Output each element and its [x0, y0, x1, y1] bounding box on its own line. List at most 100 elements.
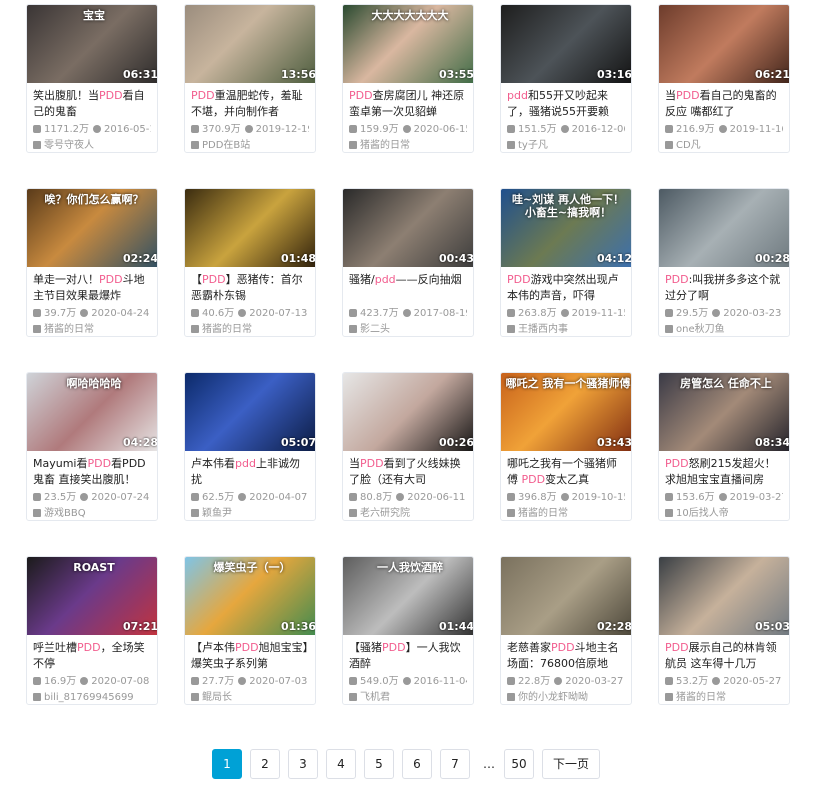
video-author[interactable]: 王播西内事 — [507, 323, 625, 336]
video-author[interactable]: 飞机君 — [349, 691, 467, 704]
video-thumbnail[interactable]: 啊哈哈哈哈 04:28 — [27, 373, 157, 451]
video-thumbnail[interactable]: 哇~刘谋 再人他一下！ 小畜生~搞我啊！ 04:12 — [501, 189, 631, 267]
video-author[interactable]: 猪酱的日常 — [665, 691, 783, 704]
video-thumbnail[interactable]: 06:21 — [659, 5, 789, 83]
video-thumbnail[interactable]: 唉？你们怎么赢啊？ 02:24 — [27, 189, 157, 267]
video-title[interactable]: 老慈善家PDD斗地主名场面：76800倍原地 — [507, 640, 625, 672]
video-card[interactable]: 00:26 当PDD看到了火线妹换了脸（还有大司 80.8万 2020-06-11 老六… — [342, 372, 474, 521]
video-thumbnail[interactable]: 宝宝 06:31 — [27, 5, 158, 83]
video-author[interactable]: 猪酱的日常 — [507, 507, 625, 520]
video-card[interactable]: ROAST 07:21 呼兰吐槽PDD，全场笑不停 16.9万 2020-07-08 bi… — [26, 556, 158, 705]
upload-date: 2016-05-11 — [104, 124, 151, 135]
view-count: 370.9万 — [202, 124, 241, 135]
video-thumbnail[interactable]: 爆笑虫子（一） 01:36 — [185, 557, 315, 635]
video-thumbnail[interactable]: 00:43 — [343, 189, 473, 267]
video-thumbnail[interactable]: 02:28 — [501, 557, 631, 635]
video-author[interactable]: 鲲局长 — [191, 691, 309, 704]
video-thumbnail[interactable]: 哪吒之 我有一个骚猪师傅 03:43 — [501, 373, 631, 451]
video-title[interactable]: PDD:叫我拼多多这个就过分了啊 — [665, 272, 783, 304]
video-author[interactable]: 猪酱的日常 — [191, 323, 309, 336]
video-author[interactable]: one秋刀鱼 — [665, 323, 783, 336]
video-card[interactable]: 哇~刘谋 再人他一下！ 小畜生~搞我啊！ 04:12 PDD游戏中突然出现卢本伟的声… — [500, 188, 632, 337]
video-card[interactable]: 00:43 骚猪/pdd——反向抽烟 423.7万 2017-08-19 影二头 — [342, 188, 474, 337]
video-title[interactable]: Mayumi看PDD看PDD鬼畜 直接笑出腹肌！ — [33, 456, 151, 488]
video-card[interactable]: 02:28 老慈善家PDD斗地主名场面：76800倍原地 22.8万 2020-03-… — [500, 556, 632, 705]
video-card[interactable]: 房管怎么 任命不上 08:34 PDD怒刷215发超火！求旭旭宝宝直播间房 153.6… — [658, 372, 790, 521]
video-thumbnail[interactable]: 13:56 — [185, 5, 315, 83]
view-count: 151.5万 — [518, 124, 557, 135]
video-title[interactable]: PDD游戏中突然出现卢本伟的声音，吓得 — [507, 272, 625, 304]
uploader-icon — [665, 509, 673, 517]
video-card[interactable]: 啊哈哈哈哈 04:28 Mayumi看PDD看PDD鬼畜 直接笑出腹肌！ 23.5万 2… — [26, 372, 158, 521]
video-duration: 06:31 — [122, 68, 158, 81]
page-last-button[interactable]: 50 — [504, 749, 534, 779]
clock-icon — [712, 309, 721, 317]
video-card[interactable]: 唉？你们怎么赢啊？ 02:24 单走一对八！PDD斗地主节目效果最爆炸 39.7万 20… — [26, 188, 158, 337]
video-thumbnail[interactable]: 01:48 — [185, 189, 315, 267]
video-card[interactable]: 00:28 PDD:叫我拼多多这个就过分了啊 29.5万 2020-03-23 one秋… — [658, 188, 790, 337]
video-author[interactable]: PDD在B站 — [191, 139, 309, 152]
video-author[interactable]: 游戏BBQ — [33, 507, 151, 520]
video-title[interactable]: 【骚猪PDD】一人我饮酒醉 — [349, 640, 467, 672]
video-title[interactable]: PDD怒刷215发超火！求旭旭宝宝直播间房 — [665, 456, 783, 488]
clock-icon — [402, 309, 411, 317]
video-title[interactable]: 骚猪/pdd——反向抽烟 — [349, 272, 467, 304]
video-title[interactable]: 【卢本伟PDD旭旭宝宝】爆笑虫子系列第 — [191, 640, 309, 672]
video-title[interactable]: 哪吒之我有一个骚猪师傅 PDD变太乙真 — [507, 456, 625, 488]
video-card[interactable]: 05:07 卢本伟看pdd上非诚勿扰 62.5万 2020-04-07 颖鱼尹 — [184, 372, 316, 521]
video-card[interactable]: 06:21 当PDD看自己的鬼畜的反应 嘴都红了 216.9万 2019-11-16 C… — [658, 4, 790, 153]
video-card[interactable]: 03:16 pdd和55开又吵起来了，骚猪说55开要赖 151.5万 2016-12-… — [500, 4, 632, 153]
page-2-button[interactable]: 2 — [250, 749, 280, 779]
video-card[interactable]: 一人我饮酒醉 01:44 【骚猪PDD】一人我饮酒醉 549.0万 2016-11-04… — [342, 556, 474, 705]
video-card[interactable]: 大大大大大大大 03:55 PDD查房腐团儿 神还原蛮卓第一次见貂蝉 159.9万 20… — [342, 4, 474, 153]
video-author[interactable]: CD凡 — [665, 139, 783, 152]
video-title[interactable]: 笑出腹肌！当PDD看自己的鬼畜 — [33, 88, 151, 120]
video-title[interactable]: 卢本伟看pdd上非诚勿扰 — [191, 456, 309, 488]
video-author[interactable]: ty子凡 — [507, 139, 625, 152]
video-author[interactable]: 老六研究院 — [349, 507, 467, 520]
video-author[interactable]: bili_81769945699 — [33, 691, 151, 704]
video-title[interactable]: PDD查房腐团儿 神还原蛮卓第一次见貂蝉 — [349, 88, 467, 120]
video-thumbnail[interactable]: 00:28 — [659, 189, 789, 267]
video-title[interactable]: 呼兰吐槽PDD，全场笑不停 — [33, 640, 151, 672]
video-author[interactable]: 你的小龙虾呦呦 — [507, 691, 625, 704]
video-title[interactable]: 【PDD】恶猪传：首尔恶霸朴东锡 — [191, 272, 309, 304]
page-3-button[interactable]: 3 — [288, 749, 318, 779]
play-count-icon — [507, 493, 515, 501]
video-card[interactable]: 宝宝 06:31 笑出腹肌！当PDD看自己的鬼畜 1171.2万 2016-05-11 零… — [26, 4, 158, 153]
video-author[interactable]: 猪酱的日常 — [33, 323, 151, 336]
video-title[interactable]: pdd和55开又吵起来了，骚猪说55开要赖 — [507, 88, 625, 120]
video-author[interactable]: 10后找人帝 — [665, 507, 783, 520]
video-author[interactable]: 影二头 — [349, 323, 467, 336]
video-author[interactable]: 猪酱的日常 — [349, 139, 467, 152]
page-4-button[interactable]: 4 — [326, 749, 356, 779]
video-card[interactable]: 爆笑虫子（一） 01:36 【卢本伟PDD旭旭宝宝】爆笑虫子系列第 27.7万 2020… — [184, 556, 316, 705]
next-page-button[interactable]: 下一页 — [542, 749, 601, 779]
video-stats: 159.9万 2020-06-15 — [349, 123, 467, 137]
video-card[interactable]: 哪吒之 我有一个骚猪师傅 03:43 哪吒之我有一个骚猪师傅 PDD变太乙真 396.… — [500, 372, 632, 521]
video-card[interactable]: 01:48 【PDD】恶猪传：首尔恶霸朴东锡 40.6万 2020-07-13 猪酱的日… — [184, 188, 316, 337]
video-thumbnail[interactable]: ROAST 07:21 — [27, 557, 157, 635]
page-6-button[interactable]: 6 — [402, 749, 432, 779]
page-7-button[interactable]: 7 — [440, 749, 470, 779]
video-title[interactable]: PDD展示自己的林肯领航员 这车得十几万 — [665, 640, 783, 672]
page-1-button[interactable]: 1 — [212, 749, 242, 779]
video-thumbnail[interactable]: 大大大大大大大 03:55 — [343, 5, 473, 83]
video-card[interactable]: 05:03 PDD展示自己的林肯领航员 这车得十几万 53.2万 2020-05-27… — [658, 556, 790, 705]
video-title[interactable]: PDD重温肥蛇传，羞耻不堪，并向制作者 — [191, 88, 309, 120]
video-thumbnail[interactable]: 05:03 — [659, 557, 789, 635]
video-thumbnail[interactable]: 00:26 — [343, 373, 473, 451]
video-title[interactable]: 当PDD看自己的鬼畜的反应 嘴都红了 — [665, 88, 783, 120]
view-count: 549.0万 — [360, 676, 399, 687]
video-author[interactable]: 颖鱼尹 — [191, 507, 309, 520]
video-author[interactable]: 零号守夜人 — [33, 139, 151, 152]
video-thumbnail[interactable]: 03:16 — [501, 5, 631, 83]
video-thumbnail[interactable]: 房管怎么 任命不上 08:34 — [659, 373, 789, 451]
video-title[interactable]: 单走一对八！PDD斗地主节目效果最爆炸 — [33, 272, 151, 304]
video-title[interactable]: 当PDD看到了火线妹换了脸（还有大司 — [349, 456, 467, 488]
uploader-name: PDD在B站 — [202, 140, 251, 151]
page-5-button[interactable]: 5 — [364, 749, 394, 779]
video-thumbnail[interactable]: 一人我饮酒醉 01:44 — [343, 557, 473, 635]
video-thumbnail[interactable]: 05:07 — [185, 373, 315, 451]
video-card[interactable]: 13:56 PDD重温肥蛇传，羞耻不堪，并向制作者 370.9万 2019-12-19… — [184, 4, 316, 153]
